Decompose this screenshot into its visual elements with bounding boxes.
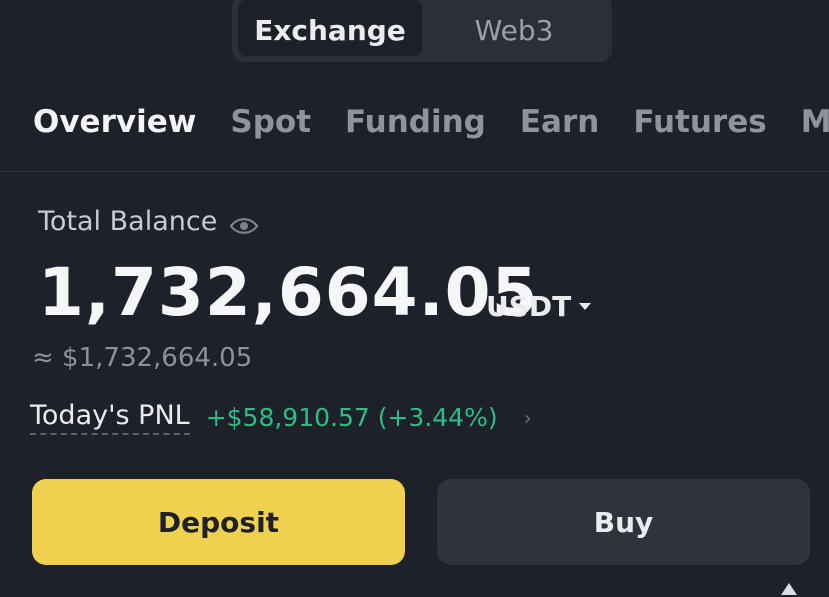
- balance-usd-approx: ≈ $1,732,664.05: [32, 343, 253, 373]
- subnav-margin[interactable]: Margi: [801, 104, 829, 140]
- subnav-spot[interactable]: Spot: [230, 104, 311, 140]
- deposit-button[interactable]: Deposit: [32, 479, 405, 565]
- pnl-label: Today's PNL: [30, 400, 190, 435]
- tab-exchange[interactable]: Exchange: [238, 0, 422, 56]
- eye-icon[interactable]: [229, 212, 259, 234]
- subnav-funding[interactable]: Funding: [345, 104, 486, 140]
- subnav-futures[interactable]: Futures: [633, 104, 766, 140]
- pnl-row[interactable]: Today's PNL +$58,910.57 (+3.44%) ›: [30, 400, 532, 435]
- pnl-value: +$58,910.57 (+3.44%): [205, 403, 498, 432]
- caret-down-icon: [579, 303, 592, 310]
- subnav-divider: [0, 171, 829, 172]
- total-balance-amount: 1,732,664.05: [38, 254, 539, 331]
- balance-label-row: Total Balance: [38, 206, 259, 237]
- buy-button[interactable]: Buy: [437, 479, 810, 565]
- tab-web3[interactable]: Web3: [422, 0, 606, 56]
- chevron-right-icon: ›: [523, 405, 532, 430]
- wallet-subnav: Overview Spot Funding Earn Futures Margi: [33, 104, 829, 140]
- account-switch: Exchange Web3: [232, 0, 612, 62]
- subnav-earn[interactable]: Earn: [520, 104, 599, 140]
- currency-label: USDT: [486, 290, 572, 323]
- triangle-up-icon: [781, 583, 797, 595]
- currency-selector[interactable]: USDT: [486, 290, 592, 323]
- subnav-overview[interactable]: Overview: [33, 104, 196, 140]
- total-balance-label: Total Balance: [38, 206, 218, 237]
- chevron-down-icon[interactable]: ⌄: [418, 586, 431, 597]
- wallet-page: Exchange Web3 Overview Spot Funding Earn…: [0, 0, 829, 597]
